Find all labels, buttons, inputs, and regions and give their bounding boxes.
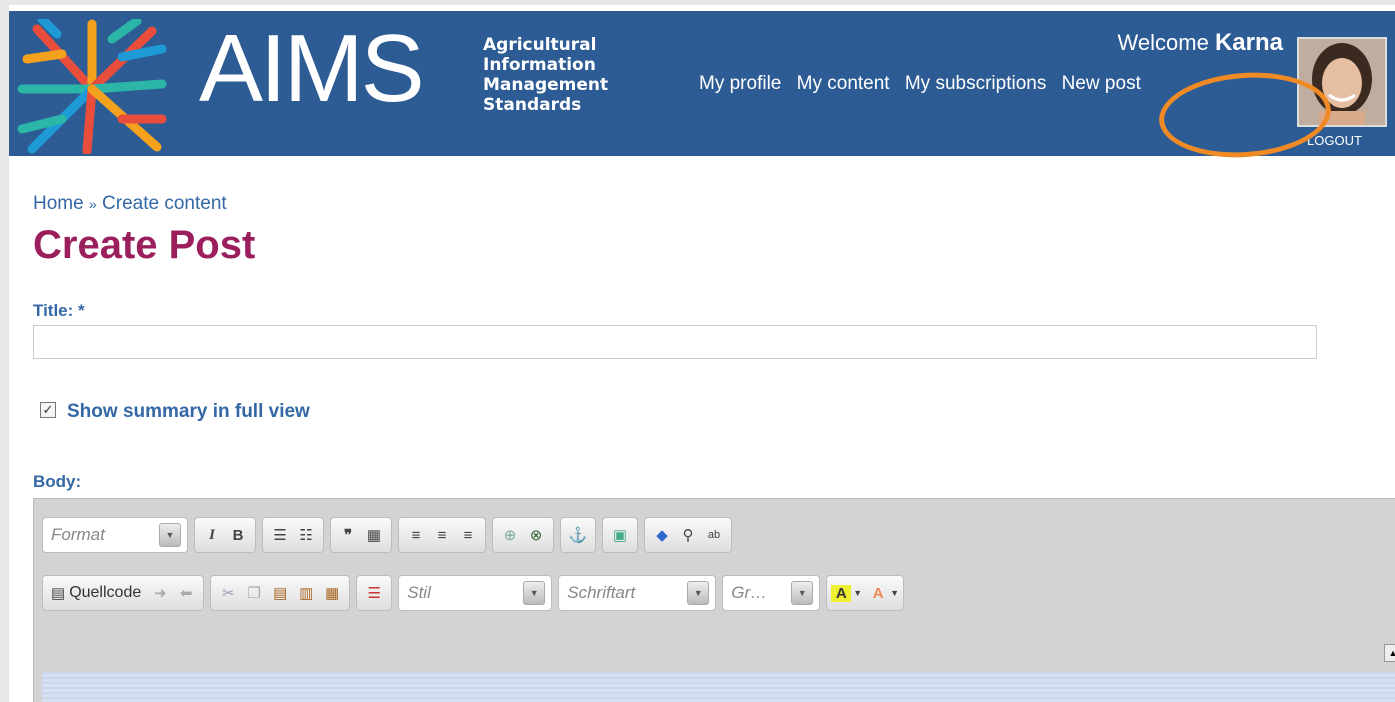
aims-logo-icon[interactable] xyxy=(17,19,167,154)
font-dropdown-label: Schriftart xyxy=(567,583,636,602)
table-icon[interactable]: ▦ xyxy=(361,526,387,544)
image-group: ▣ xyxy=(602,517,638,553)
numbered-list-icon[interactable]: ☰ xyxy=(267,526,293,544)
logo-subtitle-line: Information xyxy=(483,55,596,75)
nav-new-post[interactable]: New post xyxy=(1062,73,1141,94)
list-group: ☰ ☷ xyxy=(262,517,324,553)
paste-text-icon[interactable]: ▥ xyxy=(293,584,319,602)
replace-icon[interactable]: ab xyxy=(701,529,727,541)
font-dropdown[interactable]: Schriftart ▼ xyxy=(558,575,717,611)
welcome-message: Welcome Karna xyxy=(1118,29,1283,57)
logo-subtitle: Agricultural Information Management Stan… xyxy=(483,35,608,115)
find-icon[interactable]: ⚲ xyxy=(675,526,701,544)
page: AIMS Agricultural Information Management… xyxy=(9,5,1395,702)
breadcrumb-home[interactable]: Home xyxy=(33,193,84,214)
clipboard-group: ✂ ❐ ▤ ▥ ▦ xyxy=(210,575,351,611)
anchor-icon[interactable]: ⚓ xyxy=(565,526,591,544)
body-label: Body: xyxy=(33,472,82,491)
welcome-prefix: Welcome xyxy=(1117,30,1209,55)
source-button[interactable]: Quellcode xyxy=(69,584,141,602)
breadcrumb: Home » Create content xyxy=(33,193,227,215)
scroll-up-arrow-icon[interactable]: ▲ xyxy=(1384,644,1395,662)
site-header: AIMS Agricultural Information Management… xyxy=(9,11,1395,163)
align-center-icon[interactable]: ≡ xyxy=(429,527,455,544)
chevron-down-icon[interactable]: ▼ xyxy=(853,588,862,598)
summary-checkbox-label[interactable]: Show summary in full view xyxy=(67,401,310,423)
redo-icon[interactable]: ➜ xyxy=(147,584,173,602)
chevron-down-icon: ▼ xyxy=(791,581,814,605)
background-color-icon[interactable]: A xyxy=(868,585,888,602)
align-left-icon[interactable]: ≡ xyxy=(403,527,429,544)
style-dropdown-label: Stil xyxy=(407,583,431,602)
image-icon[interactable]: ▣ xyxy=(607,526,633,544)
align-group: ≡ ≡ ≡ xyxy=(398,517,486,553)
logo-wordmark[interactable]: AIMS xyxy=(199,19,425,119)
block-group: ❞ ▦ xyxy=(330,517,392,553)
editor-toolbar-row-1: Format ▼ I B ☰ ☷ ❞ ▦ ≡ ≡ ≡ ⊕ ⊗ ⚓ ▣ ◆ ⚲ a… xyxy=(42,517,738,553)
breadcrumb-create-content[interactable]: Create content xyxy=(102,193,227,214)
align-right-icon[interactable]: ≡ xyxy=(455,527,481,544)
title-input[interactable] xyxy=(33,325,1317,359)
unlink-icon[interactable]: ⊗ xyxy=(523,526,549,544)
size-dropdown-label: Gr… xyxy=(731,583,768,602)
style-dropdown[interactable]: Stil ▼ xyxy=(398,575,553,611)
text-color-icon[interactable]: A xyxy=(831,584,852,602)
rich-text-editor: Format ▼ I B ☰ ☷ ❞ ▦ ≡ ≡ ≡ ⊕ ⊗ ⚓ ▣ ◆ ⚲ a… xyxy=(33,498,1395,702)
eraser-icon[interactable]: ◆ xyxy=(649,526,675,544)
anchor-group: ⚓ xyxy=(560,517,596,553)
chevron-down-icon: ▼ xyxy=(159,523,181,547)
user-name: Karna xyxy=(1214,29,1283,56)
cut-icon[interactable]: ✂ xyxy=(215,584,241,602)
blockquote-icon[interactable]: ❞ xyxy=(335,526,361,544)
nav-my-content[interactable]: My content xyxy=(797,73,890,94)
hr-group: ☰ xyxy=(356,575,393,611)
summary-checkbox[interactable]: ✓ xyxy=(40,402,56,418)
paste-icon[interactable]: ▤ xyxy=(267,584,293,602)
size-dropdown[interactable]: Gr… ▼ xyxy=(722,575,821,611)
text-style-group: I B xyxy=(194,517,256,553)
chevron-down-icon: ▼ xyxy=(523,581,546,605)
paste-word-icon[interactable]: ▦ xyxy=(319,584,345,602)
nav-my-subscriptions[interactable]: My subscriptions xyxy=(905,73,1047,94)
copy-icon[interactable]: ❐ xyxy=(241,584,267,602)
italic-icon[interactable]: I xyxy=(199,527,225,544)
editor-toolbar-row-2: ▤ Quellcode ➜ ⬅ ✂ ❐ ▤ ▥ ▦ ☰ Stil ▼ Schri… xyxy=(42,575,910,611)
format-dropdown[interactable]: Format ▼ xyxy=(42,517,188,553)
editor-content-area[interactable] xyxy=(42,672,1395,702)
source-group: ▤ Quellcode ➜ ⬅ xyxy=(42,575,205,611)
title-label: Title: * xyxy=(33,301,85,320)
chevron-down-icon[interactable]: ▼ xyxy=(890,588,899,598)
tools-group: ◆ ⚲ ab xyxy=(644,517,732,553)
format-dropdown-label: Format xyxy=(51,525,105,544)
color-group: A ▼ A ▼ xyxy=(826,575,905,611)
user-nav: My profile My content My subscriptions N… xyxy=(699,73,1151,95)
horizontal-rule-icon[interactable]: ☰ xyxy=(361,584,387,602)
logo-subtitle-line: Management xyxy=(483,75,609,95)
link-icon[interactable]: ⊕ xyxy=(497,526,523,544)
source-icon[interactable]: ▤ xyxy=(47,584,69,602)
link-group: ⊕ ⊗ xyxy=(492,517,554,553)
logo-subtitle-line: Agricultural xyxy=(483,35,597,55)
bold-icon[interactable]: B xyxy=(225,527,251,544)
breadcrumb-separator: » xyxy=(88,196,97,212)
undo-icon[interactable]: ⬅ xyxy=(173,584,199,602)
nav-my-profile[interactable]: My profile xyxy=(699,73,781,94)
logo-subtitle-line: Standards xyxy=(483,95,582,115)
bulleted-list-icon[interactable]: ☷ xyxy=(293,526,319,544)
chevron-down-icon: ▼ xyxy=(687,581,710,605)
page-title: Create Post xyxy=(33,223,256,267)
